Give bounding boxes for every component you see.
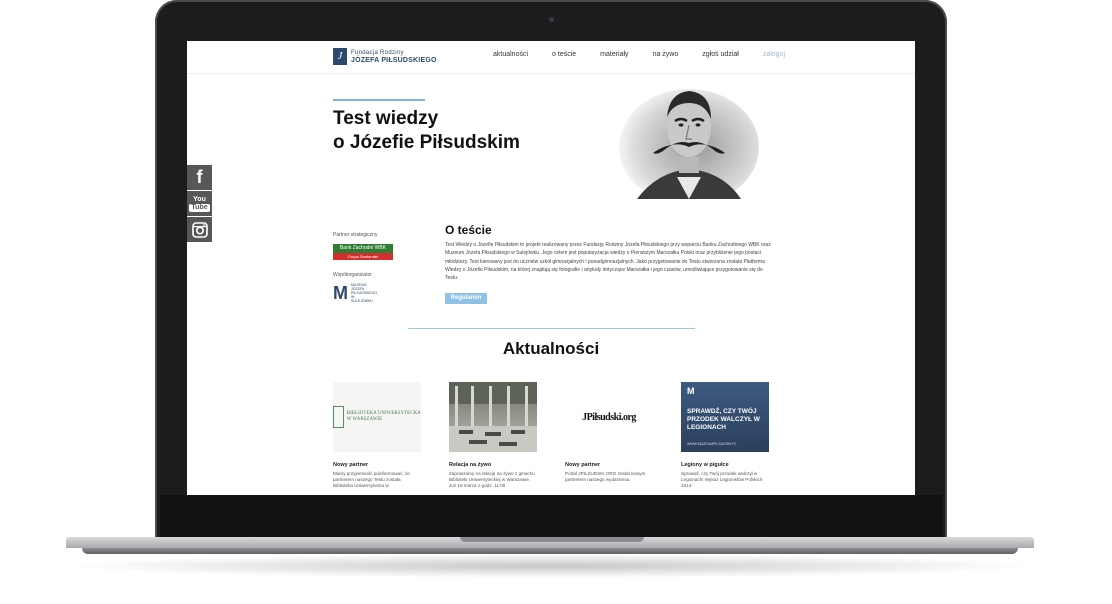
browser-screen: J Fundacja Rodziny JÓZEFA PIŁSUDSKIEGO a… [187, 41, 915, 495]
bank-name: Bank Zachodni WBK [333, 244, 393, 253]
logo-line1: Fundacja Rodziny [351, 49, 404, 56]
laptop-bezel-bottom [160, 495, 942, 537]
news-excerpt: Sprawdź, czy Twój przodek walczył w Legi… [681, 471, 763, 489]
about-title: O teście [445, 223, 492, 237]
nav-login[interactable]: zaloguj [763, 51, 785, 58]
news-image-jpilsudski[interactable]: JPiłsudski.org [565, 382, 653, 452]
header-divider [187, 73, 915, 74]
news-caption[interactable]: Nowy partner [333, 462, 421, 468]
legions-banner-text: SPRAWDŹ, CZY TWÓJ PRZODEK WALCZYŁ W LEGI… [687, 408, 760, 431]
news-caption[interactable]: Legiony w pigułce [681, 462, 769, 468]
museum-logo[interactable]: M MUZEUM JÓZEFA PIŁSUDSKIEGO W SULEJÓWKU [333, 283, 377, 303]
library-logo-text: BIBLIOTEKA UNIWERSYTECKA W WARSZAWIE [346, 411, 421, 422]
news-card[interactable]: BIBLIOTEKA UNIWERSYTECKA W WARSZAWIE Now… [333, 382, 421, 490]
nav-register[interactable]: zgłoś udział [702, 51, 739, 58]
youtube-label-top: You [193, 195, 206, 203]
instagram-glyph [191, 221, 208, 238]
nav-news[interactable]: aktualności [493, 51, 528, 58]
laptop-shadow [60, 554, 1040, 578]
site-logo[interactable]: J Fundacja Rodziny JÓZEFA PIŁSUDSKIEGO [333, 48, 437, 65]
hero-title: Test wiedzy o Józefie Piłsudskim [333, 107, 520, 155]
social-sidebar: f You Tube [187, 165, 212, 243]
jpilsudski-logo-text: JPiłsudski.org [582, 411, 636, 423]
youtube-icon[interactable]: You Tube [187, 191, 212, 216]
news-excerpt: Portal JPILSUDSKI.ORG został nowym partn… [565, 471, 646, 483]
pilsudski-portrait [597, 77, 759, 199]
nav-about[interactable]: o teście [552, 51, 576, 58]
facebook-icon[interactable]: f [187, 165, 212, 190]
museum-mark-icon: M [687, 386, 695, 396]
hero-accent-bar [333, 99, 425, 101]
news-image-legions[interactable]: M SPRAWDŹ, CZY TWÓJ PRZODEK WALCZYŁ W LE… [681, 382, 769, 452]
museum-logo-text: MUZEUM JÓZEFA PIŁSUDSKIEGO W SULEJÓWKU [351, 283, 378, 303]
nav-live[interactable]: na żywo [653, 51, 679, 58]
news-excerpt: Mamy przyjemność poinformować, że partne… [333, 471, 410, 489]
news-card[interactable]: JPiłsudski.org Nowy partner Portal JPILS… [565, 382, 653, 483]
nav-materials[interactable]: materiały [600, 51, 628, 58]
bank-group: Grupa Santander [333, 253, 393, 260]
webcam [549, 17, 554, 22]
bank-logo[interactable]: Bank Zachodni WBK Grupa Santander [333, 244, 393, 260]
news-caption[interactable]: Relacja na żywo [449, 462, 537, 468]
news-caption[interactable]: Nowy partner [565, 462, 653, 468]
logo-mark: J [333, 48, 347, 65]
coorganizer-label: Współorganizator [333, 272, 372, 278]
news-image-library[interactable]: BIBLIOTEKA UNIWERSYTECKA W WARSZAWIE [333, 382, 421, 452]
news-card[interactable]: Relacja na żywo Zapraszamy na relację na… [449, 382, 537, 490]
laptop-foot [82, 548, 1018, 554]
news-excerpt: Zapraszamy na relację na żywo z gmachu B… [449, 471, 535, 489]
main-nav: aktualności o teście materiały na żywo z… [493, 51, 809, 58]
hero-title-line2: o Józefie Piłsudskim [333, 132, 520, 153]
hero-title-line1: Test wiedzy [333, 108, 439, 129]
library-emblem-icon [333, 406, 344, 428]
strategic-partner-label: Partner strategiczny [333, 232, 378, 238]
news-card[interactable]: M SPRAWDŹ, CZY TWÓJ PRZODEK WALCZYŁ W LE… [681, 382, 769, 490]
logo-line2: JÓZEFA PIŁSUDSKIEGO [351, 56, 437, 64]
news-image-reading-room[interactable] [449, 382, 537, 452]
reading-room-photo [449, 382, 537, 452]
laptop-notch [460, 537, 644, 542]
news-divider [408, 328, 695, 329]
about-text: Test Wiedzy o Józefie Piłsudskim to proj… [445, 242, 771, 282]
youtube-label-bottom: Tube [189, 203, 210, 212]
logo-text: Fundacja Rodziny JÓZEFA PIŁSUDSKIEGO [351, 49, 437, 65]
museum-logo-mark: M [333, 283, 348, 303]
legions-banner-url: WWW.MUZEUMPILSUDSKI.PL [687, 442, 737, 446]
news-section-title: Aktualności [502, 339, 600, 358]
regulations-button[interactable]: Regulamin [445, 293, 487, 304]
instagram-icon[interactable] [187, 217, 212, 242]
